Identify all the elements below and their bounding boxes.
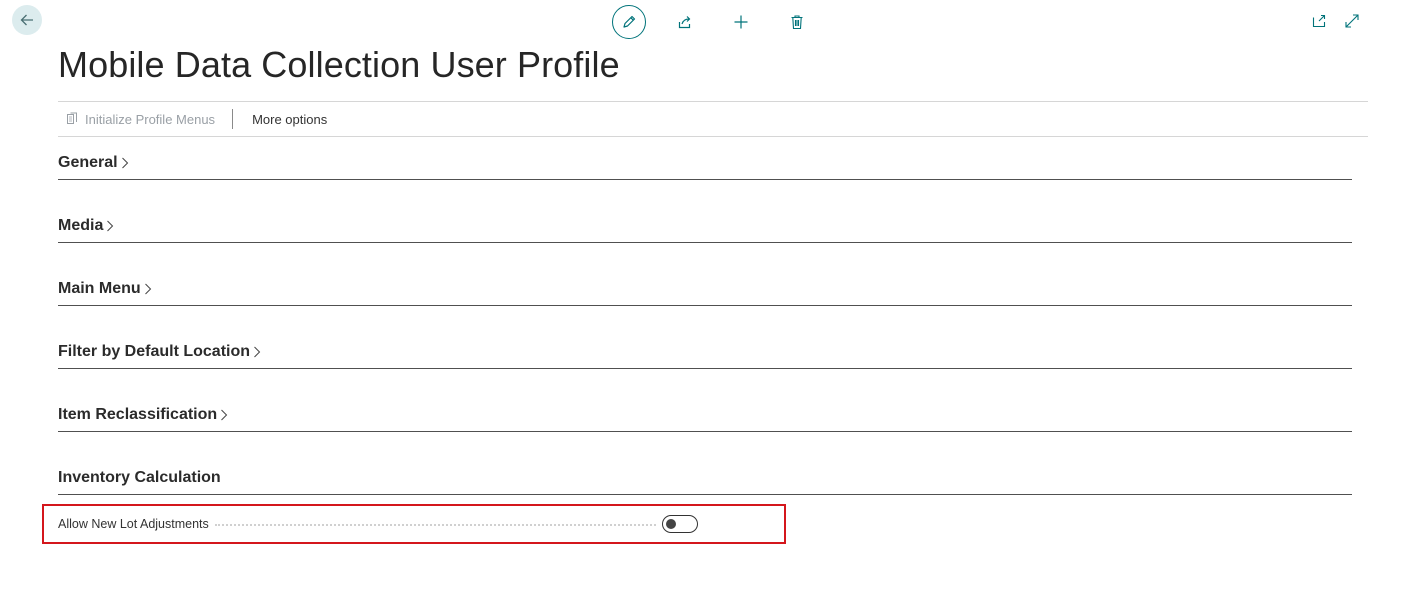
copy-document-icon: [66, 112, 80, 126]
page-title: Mobile Data Collection User Profile: [58, 44, 620, 86]
chevron-right-icon: [220, 408, 228, 422]
initialize-profile-menus-label: Initialize Profile Menus: [85, 112, 215, 127]
section-title: Main Menu: [58, 280, 141, 298]
pencil-icon: [621, 14, 637, 30]
expand-icon: [1344, 13, 1360, 29]
highlight-box: [42, 504, 786, 544]
back-button[interactable]: [12, 5, 42, 35]
section-general[interactable]: General: [58, 146, 1352, 180]
open-new-window-button[interactable]: [1309, 11, 1329, 31]
page-actions: [612, 5, 814, 39]
plus-icon: [733, 14, 749, 30]
section-title: Inventory Calculation: [58, 469, 221, 487]
delete-button[interactable]: [780, 5, 814, 39]
section-inventory-calculation[interactable]: Inventory Calculation: [58, 461, 1352, 495]
more-options-label: More options: [252, 112, 327, 127]
chevron-right-icon: [106, 219, 114, 233]
new-button[interactable]: [724, 5, 758, 39]
window-actions: [1309, 11, 1362, 31]
share-button[interactable]: [668, 5, 702, 39]
more-options-button[interactable]: More options: [252, 112, 327, 127]
initialize-profile-menus-button[interactable]: Initialize Profile Menus: [58, 112, 215, 127]
chevron-right-icon: [144, 282, 152, 296]
section-item-reclassification[interactable]: Item Reclassification: [58, 398, 1352, 432]
section-title: Filter by Default Location: [58, 343, 250, 361]
edit-button[interactable]: [612, 5, 646, 39]
expand-button[interactable]: [1342, 11, 1362, 31]
section-media[interactable]: Media: [58, 209, 1352, 243]
section-title: Media: [58, 217, 103, 235]
share-icon: [677, 14, 693, 30]
chevron-right-icon: [253, 345, 261, 359]
arrow-left-icon: [19, 12, 35, 28]
action-bar-divider: [232, 109, 233, 129]
action-bar: Initialize Profile Menus More options: [58, 101, 1368, 137]
chevron-right-icon: [121, 156, 129, 170]
section-filter-by-default-location[interactable]: Filter by Default Location: [58, 335, 1352, 369]
trash-icon: [789, 14, 805, 30]
section-title: General: [58, 154, 118, 172]
open-in-new-window-icon: [1311, 13, 1327, 29]
section-main-menu[interactable]: Main Menu: [58, 272, 1352, 306]
section-title: Item Reclassification: [58, 406, 217, 424]
